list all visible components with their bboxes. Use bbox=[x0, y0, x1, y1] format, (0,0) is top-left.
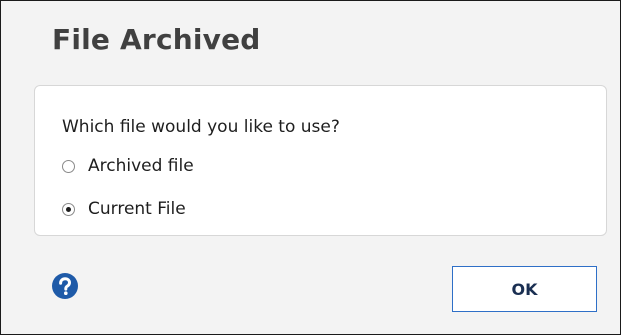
current-file-label: Current File bbox=[88, 199, 186, 219]
ok-button[interactable]: OK bbox=[452, 266, 597, 312]
current-file-radio[interactable] bbox=[62, 202, 75, 216]
dialog-title: File Archived bbox=[52, 23, 261, 56]
options-panel: Which file would you like to use? Archiv… bbox=[34, 85, 607, 236]
question-text: Which file would you like to use? bbox=[62, 117, 340, 137]
file-archived-dialog: File Archived Which file would you like … bbox=[0, 0, 621, 335]
help-question-icon[interactable] bbox=[52, 273, 78, 299]
help-question-icon-graphic bbox=[52, 273, 78, 299]
option-current-file[interactable]: Current File bbox=[62, 198, 186, 220]
option-archived-file[interactable]: Archived file bbox=[62, 155, 194, 177]
archived-file-radio[interactable] bbox=[62, 159, 75, 173]
archived-file-label: Archived file bbox=[88, 156, 194, 176]
